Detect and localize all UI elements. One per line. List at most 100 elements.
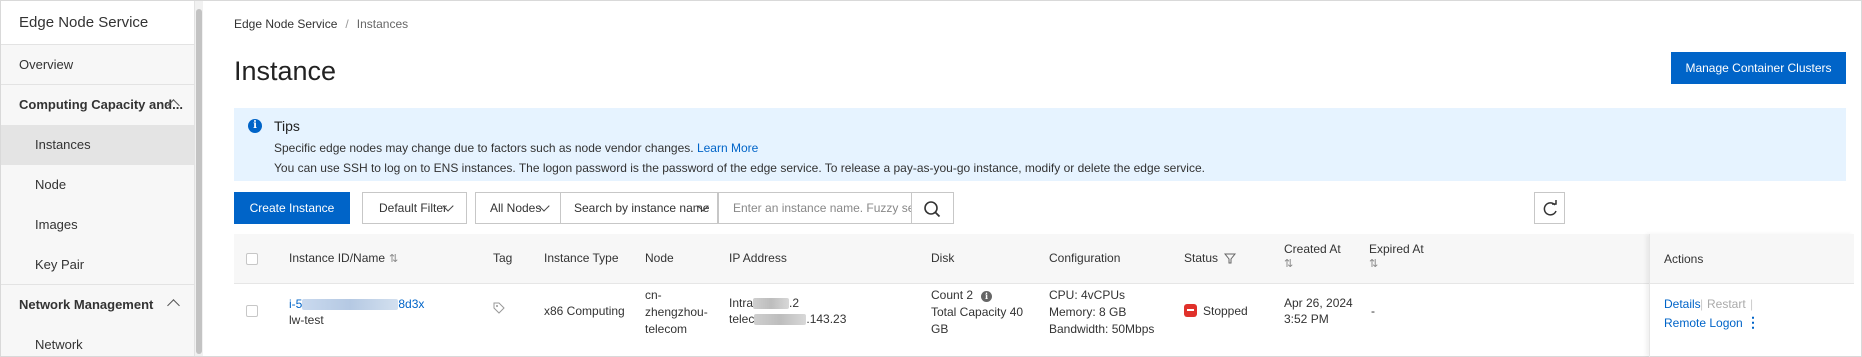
search-by-label: Search by instance name <box>574 201 710 215</box>
redacted-text <box>302 299 399 311</box>
redacted-text <box>753 298 790 310</box>
sidebar-group-label: Network Management <box>19 297 154 312</box>
header-node: Node <box>645 251 674 265</box>
default-filter-label: Default Filter <box>379 201 448 215</box>
search-icon <box>924 201 941 218</box>
disk-count: Count 2 <box>931 288 974 302</box>
sort-icon[interactable]: ⇅ <box>1369 257 1378 270</box>
sidebar-item-key-pair[interactable]: Key Pair <box>1 245 194 285</box>
header-label: Status <box>1184 251 1219 265</box>
sidebar-item-overview[interactable]: Overview <box>1 45 194 85</box>
search-input[interactable] <box>718 192 912 224</box>
disk-cell: Count 2 i Total Capacity 40 GB <box>931 287 1023 338</box>
header-instance-type: Instance Type <box>544 251 619 265</box>
sidebar-item-images[interactable]: Images <box>1 205 194 245</box>
ip-text: Intra <box>729 296 754 310</box>
created-at-cell: Apr 26, 2024 3:52 PM <box>1284 295 1353 327</box>
node-text: cn- <box>645 288 662 302</box>
config-cpu: CPU: 4vCPUs <box>1049 288 1126 302</box>
sidebar-item-instances[interactable]: Instances <box>1 125 194 165</box>
ip-text: telec <box>729 312 755 326</box>
header-label: Instance ID/Name <box>289 251 386 265</box>
sidebar-group-label: Computing Capacity and... <box>19 97 183 112</box>
breadcrumb: Edge Node Service / Instances <box>234 17 408 31</box>
header-configuration: Configuration <box>1049 251 1121 265</box>
header-expired-at[interactable]: Expired At ⇅ <box>1369 242 1424 270</box>
breadcrumb-root[interactable]: Edge Node Service <box>234 17 337 31</box>
refresh-button[interactable] <box>1534 192 1565 224</box>
table-header: Instance ID/Name ⇅ Tag Instance Type Node… <box>234 234 1854 284</box>
toolbar: Create Instance Default Filter All Nodes… <box>234 192 1854 224</box>
tag-icon[interactable] <box>493 302 505 314</box>
instance-id-prefix: i-5 <box>289 297 303 311</box>
sidebar-group-computing[interactable]: Computing Capacity and... <box>1 85 194 125</box>
chevron-up-icon <box>167 299 180 312</box>
select-all-checkbox[interactable] <box>246 253 258 265</box>
instance-id-suffix: 8d3x <box>398 297 425 311</box>
config-memory: Memory: 8 GB <box>1049 305 1127 319</box>
node-text: telecom <box>645 322 688 336</box>
stopped-status-icon <box>1184 304 1197 317</box>
status-cell: Stopped <box>1184 303 1248 319</box>
header-tag: Tag <box>493 251 513 265</box>
node-text: zhengzhou- <box>645 305 708 319</box>
header-disk: Disk <box>931 251 955 265</box>
tips-line2-text: You can use SSH to log on to ENS instanc… <box>274 161 1205 175</box>
scrollbar-thumb[interactable] <box>196 9 202 354</box>
learn-more-link[interactable]: Learn More <box>697 141 758 155</box>
header-status[interactable]: Status <box>1184 251 1237 265</box>
all-nodes-select[interactable]: All Nodes <box>475 192 561 224</box>
search-button[interactable] <box>912 192 954 224</box>
all-nodes-label: All Nodes <box>490 201 542 215</box>
sidebar-title: Edge Node Service <box>1 1 194 45</box>
filter-icon[interactable] <box>1224 252 1237 264</box>
divider: | <box>1700 297 1704 311</box>
sidebar: Edge Node Service Overview Computing Cap… <box>1 1 195 356</box>
ip-text: .143.23 <box>806 312 847 326</box>
redacted-text <box>754 314 807 326</box>
tips-banner: i Tips Specific edge nodes may change du… <box>234 108 1846 181</box>
info-icon[interactable]: i <box>981 291 993 302</box>
config-bandwidth: Bandwidth: 50Mbps <box>1049 322 1155 336</box>
header-instance-id[interactable]: Instance ID/Name ⇅ <box>289 251 398 265</box>
configuration-cell: CPU: 4vCPUs Memory: 8 GB Bandwidth: 50Mb… <box>1049 287 1154 338</box>
details-link[interactable]: Details <box>1664 297 1701 311</box>
created-time: 3:52 PM <box>1284 312 1329 326</box>
instance-id-cell: i-5 8d3x lw-test <box>289 296 424 328</box>
created-date: Apr 26, 2024 <box>1284 296 1353 310</box>
main-content: Edge Node Service / Instances Instance Man… <box>234 0 1854 357</box>
status-badge: Stopped <box>1203 304 1248 318</box>
sidebar-item-node[interactable]: Node <box>1 165 194 205</box>
header-label: Created At <box>1284 242 1341 256</box>
info-icon: i <box>248 119 262 133</box>
restart-link: Restart <box>1707 297 1746 311</box>
header-label: Expired At <box>1369 242 1424 256</box>
create-instance-button[interactable]: Create Instance <box>234 192 350 224</box>
refresh-icon <box>1543 200 1557 216</box>
search-by-select[interactable]: Search by instance name <box>561 192 718 224</box>
sidebar-item-network[interactable]: Network <box>1 325 194 357</box>
actions-column: Actions Details | Restart | Remote Logon… <box>1649 234 1854 357</box>
more-actions-icon[interactable]: ⋮ <box>1746 314 1760 331</box>
table-row: i-5 8d3x lw-test x86 Computing cn- zhengz… <box>234 285 1854 357</box>
remote-logon-link[interactable]: Remote Logon <box>1664 316 1743 330</box>
node-cell: cn- zhengzhou- telecom <box>645 287 708 338</box>
header-created-at[interactable]: Created At ⇅ <box>1284 242 1341 270</box>
breadcrumb-current: Instances <box>356 17 409 31</box>
sidebar-scrollbar[interactable] <box>195 1 203 356</box>
default-filter-select[interactable]: Default Filter <box>362 192 467 224</box>
instance-id-link[interactable]: i-5 8d3x <box>289 297 424 311</box>
expired-at-cell: - <box>1371 304 1375 318</box>
row-checkbox[interactable] <box>246 305 258 317</box>
sort-icon[interactable]: ⇅ <box>389 252 398 265</box>
manage-container-clusters-button[interactable]: Manage Container Clusters <box>1671 52 1846 84</box>
sort-icon[interactable]: ⇅ <box>1284 257 1293 270</box>
tips-text: Specific edge nodes may change due to fa… <box>274 141 758 155</box>
disk-total: Total Capacity 40 <box>931 305 1024 319</box>
header-actions: Actions <box>1650 234 1854 284</box>
ip-address-cell: Intra .2 telec .143.23 <box>729 295 846 327</box>
instance-type-cell: x86 Computing <box>544 304 625 318</box>
sidebar-group-network[interactable]: Network Management <box>1 285 194 325</box>
breadcrumb-separator: / <box>345 17 349 31</box>
page-title: Instance <box>234 56 337 86</box>
